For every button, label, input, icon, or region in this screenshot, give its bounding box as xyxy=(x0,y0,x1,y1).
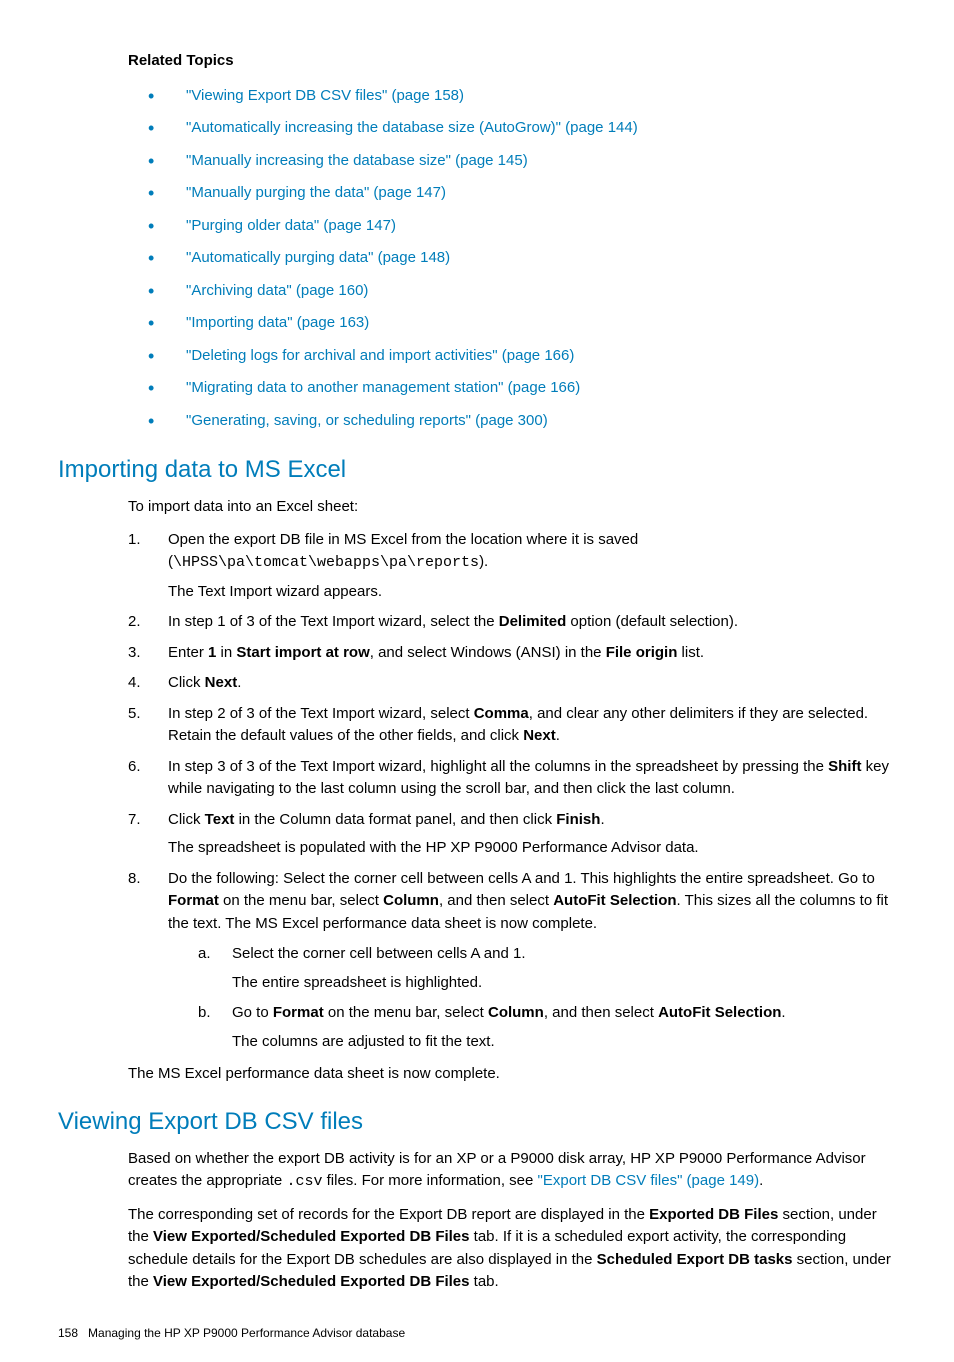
step-text: The Text Import wizard appears. xyxy=(168,581,896,604)
step-text: , and select Windows (ANSI) in the xyxy=(370,644,606,661)
body-text: . xyxy=(759,1172,763,1189)
step-text: Enter xyxy=(168,644,208,661)
bold-term: Delimited xyxy=(499,613,567,630)
step-item: 3. Enter 1 in Start import at row, and s… xyxy=(128,642,896,665)
bold-term: Shift xyxy=(828,758,861,775)
bold-term: Exported DB Files xyxy=(649,1206,778,1223)
body-text: tab. xyxy=(470,1273,499,1290)
step-text: in xyxy=(216,644,236,661)
step-text: . xyxy=(600,811,604,828)
step-text: In step 2 of 3 of the Text Import wizard… xyxy=(168,705,474,722)
page-footer: 158 Managing the HP XP P9000 Performance … xyxy=(58,1324,896,1342)
step-item: 5. In step 2 of 3 of the Text Import wiz… xyxy=(128,703,896,748)
path-text: \HPSS\pa\tomcat\webapps\pa\reports xyxy=(173,554,479,571)
intro-text: To import data into an Excel sheet: xyxy=(128,496,896,519)
bold-term: File origin xyxy=(606,644,678,661)
paragraph: The corresponding set of records for the… xyxy=(128,1204,896,1294)
step-text: in the Column data format panel, and the… xyxy=(234,811,556,828)
step-text: . xyxy=(556,727,560,744)
bold-term: View Exported/Scheduled Exported DB File… xyxy=(153,1273,469,1290)
step-text: . xyxy=(781,1004,785,1021)
bold-term: Finish xyxy=(556,811,600,828)
related-topics-heading: Related Topics xyxy=(128,50,896,73)
bold-term: Next xyxy=(523,727,556,744)
step-text: Click xyxy=(168,674,205,691)
substep-item: a. Select the corner cell between cells … xyxy=(198,943,896,994)
step-text: , and then select xyxy=(544,1004,658,1021)
bold-term: Format xyxy=(273,1004,324,1021)
related-link[interactable]: "Manually purging the data" (page 147) xyxy=(186,184,446,201)
related-link[interactable]: "Importing data" (page 163) xyxy=(186,314,369,331)
bold-term: Column xyxy=(488,1004,544,1021)
step-text: In step 1 of 3 of the Text Import wizard… xyxy=(168,613,499,630)
substep-item: b. Go to Format on the menu bar, select … xyxy=(198,1002,896,1053)
step-text: on the menu bar, select xyxy=(219,892,383,909)
body-text: files. For more information, see xyxy=(322,1172,537,1189)
bold-term: Comma xyxy=(474,705,529,722)
step-text: The spreadsheet is populated with the HP… xyxy=(168,837,896,860)
bold-term: View Exported/Scheduled Exported DB File… xyxy=(153,1228,469,1245)
step-text: The entire spreadsheet is highlighted. xyxy=(232,972,896,995)
page-number: 158 xyxy=(58,1326,78,1340)
step-item: 7. Click Text in the Column data format … xyxy=(128,809,896,860)
step-text: list. xyxy=(677,644,704,661)
related-link[interactable]: "Purging older data" (page 147) xyxy=(186,217,396,234)
footer-title: Managing the HP XP P9000 Performance Adv… xyxy=(88,1326,405,1340)
steps-list: 1. Open the export DB file in MS Excel f… xyxy=(128,529,896,1054)
step-text: Select the corner cell between cells A a… xyxy=(232,945,526,962)
step-item: 8. Do the following: Select the corner c… xyxy=(128,868,896,1054)
related-link[interactable]: "Automatically purging data" (page 148) xyxy=(186,249,450,266)
step-text: option (default selection). xyxy=(566,613,738,630)
step-text: Do the following: Select the corner cell… xyxy=(168,870,875,887)
related-link[interactable]: "Archiving data" (page 160) xyxy=(186,282,368,299)
step-item: 6. In step 3 of 3 of the Text Import wiz… xyxy=(128,756,896,801)
code-text: .csv xyxy=(286,1173,322,1190)
bold-term: AutoFit Selection xyxy=(553,892,676,909)
substeps-list: a. Select the corner cell between cells … xyxy=(198,943,896,1053)
step-text: . xyxy=(237,674,241,691)
step-text: on the menu bar, select xyxy=(324,1004,488,1021)
step-text: In step 3 of 3 of the Text Import wizard… xyxy=(168,758,828,775)
step-text: Go to xyxy=(232,1004,273,1021)
bold-term: AutoFit Selection xyxy=(658,1004,781,1021)
step-text: ). xyxy=(479,553,488,570)
related-link[interactable]: "Generating, saving, or scheduling repor… xyxy=(186,412,548,429)
step-item: 4. Click Next. xyxy=(128,672,896,695)
closing-text: The MS Excel performance data sheet is n… xyxy=(128,1063,896,1086)
bold-term: Next xyxy=(205,674,238,691)
step-text: The columns are adjusted to fit the text… xyxy=(232,1031,896,1054)
related-link[interactable]: "Automatically increasing the database s… xyxy=(186,119,638,136)
paragraph: Based on whether the export DB activity … xyxy=(128,1148,896,1194)
section-heading-importing: Importing data to MS Excel xyxy=(58,452,896,488)
bold-term: Text xyxy=(205,811,235,828)
bold-term: Column xyxy=(383,892,439,909)
body-text: The corresponding set of records for the… xyxy=(128,1206,649,1223)
related-topics-list: "Viewing Export DB CSV files" (page 158)… xyxy=(148,85,896,433)
related-link[interactable]: "Viewing Export DB CSV files" (page 158) xyxy=(186,87,464,104)
step-text: , and then select xyxy=(439,892,553,909)
bold-term: Start import at row xyxy=(236,644,369,661)
related-link[interactable]: "Manually increasing the database size" … xyxy=(186,152,528,169)
bold-term: Scheduled Export DB tasks xyxy=(597,1251,793,1268)
step-text: Click xyxy=(168,811,205,828)
inline-link[interactable]: "Export DB CSV files" (page 149) xyxy=(538,1172,760,1189)
step-item: 2. In step 1 of 3 of the Text Import wiz… xyxy=(128,611,896,634)
bold-term: Format xyxy=(168,892,219,909)
related-link[interactable]: "Deleting logs for archival and import a… xyxy=(186,347,574,364)
section-heading-viewing: Viewing Export DB CSV files xyxy=(58,1104,896,1140)
related-link[interactable]: "Migrating data to another management st… xyxy=(186,379,580,396)
step-item: 1. Open the export DB file in MS Excel f… xyxy=(128,529,896,604)
